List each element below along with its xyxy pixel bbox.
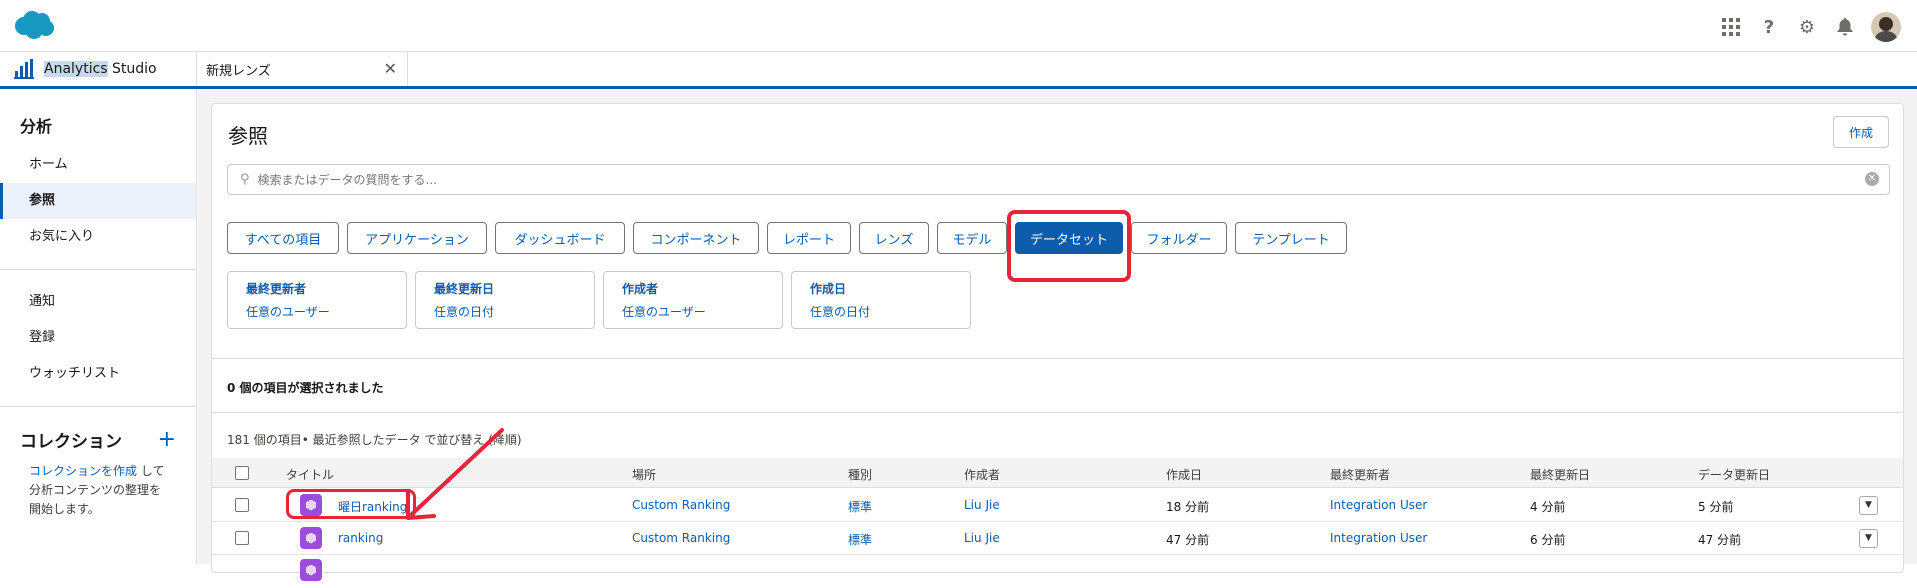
filter-last-modified-by[interactable]: 最終更新者 任意のユーザー: [227, 271, 407, 329]
col-created-date[interactable]: 作成日: [1166, 466, 1202, 483]
user-avatar[interactable]: [1871, 12, 1901, 42]
row-modifier[interactable]: Integration User: [1330, 531, 1427, 545]
row-checkbox[interactable]: [235, 498, 249, 512]
sidebar-item-favorites[interactable]: お気に入り: [0, 219, 196, 255]
clear-icon[interactable]: ✕: [1865, 172, 1879, 186]
selection-status: 0 個の項目が選択されました: [212, 358, 1903, 413]
browse-card: 参照 作成 ⚲ 検索またはデータの質問をする... ✕ すべての項目 アプリケー…: [211, 103, 1904, 581]
chip-models[interactable]: モデル: [937, 222, 1007, 254]
row-creator[interactable]: Liu Jie: [964, 531, 1000, 545]
chip-lenses[interactable]: レンズ: [859, 222, 929, 254]
main-content: 参照 作成 ⚲ 検索またはデータの質問をする... ✕ すべての項目 アプリケー…: [198, 89, 1917, 581]
col-creator[interactable]: 作成者: [964, 466, 1000, 483]
app-launcher-icon[interactable]: [1719, 15, 1743, 39]
search-icon: ⚲: [240, 172, 250, 187]
filter-last-modified-date[interactable]: 最終更新日 任意の日付: [415, 271, 595, 329]
row-modifier[interactable]: Integration User: [1330, 498, 1427, 512]
row-checkbox[interactable]: [235, 531, 249, 545]
collections-empty-text: コレクションを作成 して 分析コンテンツの整理を 開始します。: [29, 464, 165, 516]
create-button[interactable]: 作成: [1833, 116, 1889, 148]
row-modified: 4 分前: [1530, 500, 1566, 514]
dataset-icon: [300, 559, 322, 581]
dataset-icon: [300, 527, 322, 549]
filter-created-by[interactable]: 作成者 任意のユーザー: [603, 271, 783, 329]
collections-header: コレクション +: [0, 421, 196, 452]
row-type: 標準: [848, 500, 873, 514]
annotation-arrow: [406, 428, 504, 520]
analytics-chart-icon: [14, 59, 34, 79]
col-data-updated[interactable]: データ更新日: [1698, 466, 1770, 483]
row-data-updated: 5 分前: [1698, 500, 1734, 514]
col-last-modified-date[interactable]: 最終更新日: [1530, 466, 1590, 483]
setup-gear-icon[interactable]: ⚙: [1795, 15, 1819, 39]
chip-templates[interactable]: テンプレート: [1235, 222, 1347, 254]
col-last-modified-by[interactable]: 最終更新者: [1330, 466, 1390, 483]
page-title: 参照: [228, 124, 268, 148]
row-modified: 6 分前: [1530, 533, 1566, 547]
row-type: 標準: [848, 533, 873, 547]
search-input[interactable]: ⚲ 検索またはデータの質問をする... ✕: [227, 164, 1890, 195]
sidebar-heading: 分析: [20, 117, 53, 136]
dataset-icon: [300, 494, 322, 516]
chip-all-items[interactable]: すべての項目: [227, 222, 339, 254]
divider: [0, 406, 196, 407]
tab-new-lens[interactable]: 新規レンズ ✕: [198, 52, 408, 86]
row-creator[interactable]: Liu Jie: [964, 498, 1000, 512]
search-placeholder: 検索またはデータの質問をする...: [257, 173, 437, 187]
sidebar-item-notifications[interactable]: 通知: [0, 284, 196, 320]
row-created: 18 分前: [1166, 500, 1210, 514]
sidebar-item-home[interactable]: ホーム: [0, 147, 196, 183]
help-icon[interactable]: ?: [1757, 15, 1781, 39]
tab-label: 新規レンズ: [206, 63, 271, 79]
notifications-bell-icon[interactable]: [1833, 15, 1857, 39]
row-title-link[interactable]: ranking: [338, 531, 383, 545]
add-collection-icon[interactable]: +: [158, 427, 176, 452]
filter-created-date[interactable]: 作成日 任意の日付: [791, 271, 971, 329]
chip-datasets[interactable]: データセット: [1015, 222, 1123, 254]
col-type[interactable]: 種別: [848, 466, 872, 483]
chip-reports[interactable]: レポート: [767, 222, 851, 254]
row-location[interactable]: Custom Ranking: [632, 531, 730, 545]
chip-dashboards[interactable]: ダッシュボード: [495, 222, 625, 254]
chip-applications[interactable]: アプリケーション: [347, 222, 487, 254]
row-actions-dropdown[interactable]: ▼: [1859, 496, 1878, 515]
chip-folders[interactable]: フォルダー: [1131, 222, 1227, 254]
app-tab-bar: Analytics Studio 新規レンズ ✕: [0, 52, 1917, 89]
sidebar-item-browse[interactable]: 参照: [0, 183, 196, 219]
table-row[interactable]: [212, 555, 1903, 588]
global-header: ? ⚙: [0, 0, 1917, 52]
row-data-updated: 47 分前: [1698, 533, 1742, 547]
salesforce-cloud-logo[interactable]: [12, 10, 56, 40]
app-name: Analytics Studio: [44, 61, 157, 77]
col-location[interactable]: 場所: [632, 466, 656, 483]
sidebar-item-watchlist[interactable]: ウォッチリスト: [0, 356, 196, 392]
chip-components[interactable]: コンポーネント: [633, 222, 759, 254]
col-title[interactable]: タイトル: [286, 466, 334, 483]
row-location[interactable]: Custom Ranking: [632, 498, 730, 512]
app-tab-analytics-studio[interactable]: Analytics Studio: [0, 52, 197, 86]
sidebar-item-subscriptions[interactable]: 登録: [0, 320, 196, 356]
sidebar: 分析 ホーム 参照 お気に入り 通知 登録 ウォッチリスト コレクション + コ…: [0, 89, 197, 564]
select-all-checkbox[interactable]: [235, 466, 249, 480]
divider: [0, 269, 196, 270]
row-actions-dropdown[interactable]: ▼: [1859, 529, 1878, 548]
create-collection-link[interactable]: コレクションを作成: [29, 464, 137, 478]
close-icon[interactable]: ✕: [384, 59, 397, 78]
collections-heading: コレクション: [20, 432, 122, 452]
row-created: 47 分前: [1166, 533, 1210, 547]
